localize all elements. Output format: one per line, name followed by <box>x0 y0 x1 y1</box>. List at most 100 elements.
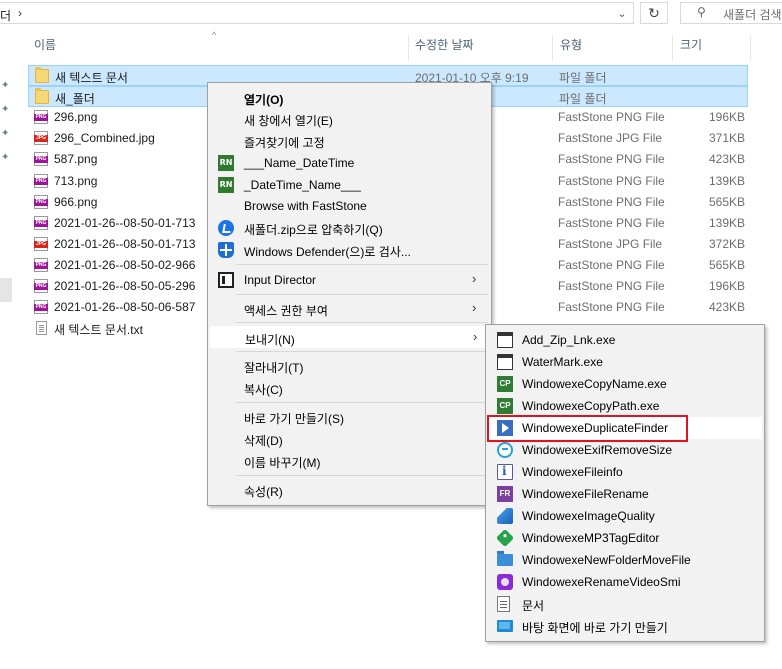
refresh-button[interactable]: ↻ <box>640 2 668 24</box>
send-to-item[interactable]: WindowexeRenameVideoSmi <box>488 571 762 593</box>
menu-separator <box>236 402 488 403</box>
column-divider[interactable] <box>408 36 409 60</box>
menu-item-label: _DateTime_Name___ <box>244 178 361 192</box>
send-to-item-label: WindowexeMP3TagEditor <box>522 531 660 545</box>
menu-item-input-director[interactable]: Input Director › <box>210 269 489 291</box>
send-to-item[interactable]: FR WindowexeFileRename <box>488 483 762 505</box>
send-to-item-label: WindowexeNewFolderMoveFile <box>522 553 691 567</box>
send-to-item[interactable]: CP WindowexeCopyName.exe <box>488 373 762 395</box>
image-quality-icon <box>497 508 513 524</box>
send-to-item[interactable]: WindowexeImageQuality <box>488 505 762 527</box>
column-header-date[interactable]: 수정한 날짜 <box>415 36 474 58</box>
submenu-arrow-icon: › <box>472 300 477 315</box>
fileinfo-icon <box>497 464 513 480</box>
menu-item-label: 속성(R) <box>244 485 283 499</box>
file-type-badge: PNG <box>34 283 48 290</box>
mp3-tag-icon <box>495 528 515 548</box>
column-divider[interactable] <box>672 36 673 60</box>
address-path[interactable]: 더 <box>0 7 11 24</box>
file-name: 새_폴더 <box>55 92 95 107</box>
file-type-badge: PNG <box>34 177 48 185</box>
submenu-arrow-icon: › <box>472 271 477 286</box>
send-to-item[interactable]: WindowexeMP3TagEditor <box>488 527 762 549</box>
file-name: 2021-01-26--08-50-01-713 <box>54 236 196 251</box>
file-type-badge: PNG <box>34 198 48 206</box>
menu-item-open-new-window[interactable]: 새 창에서 열기(E) <box>210 108 489 130</box>
menu-item-label: Input Director <box>244 273 317 287</box>
menu-item-label: Windows Defender(으)로 검사... <box>244 245 411 259</box>
video-icon <box>497 574 513 590</box>
menu-item-pin-quick-access[interactable]: 즐겨찾기에 고정 <box>210 130 489 152</box>
menu-item-cut[interactable]: 잘라내기(T) <box>210 355 489 377</box>
send-to-item[interactable]: WindowexeFileinfo <box>488 461 762 483</box>
pin-icon[interactable]: ✦ <box>1 104 9 115</box>
submenu-arrow-icon: › <box>473 329 478 344</box>
pin-icon[interactable]: ✦ <box>1 128 9 139</box>
file-type: FastStone PNG File <box>558 152 665 167</box>
file-name: 713.png <box>54 173 98 188</box>
send-to-item-label: WindowexeExifRemoveSize <box>522 443 673 457</box>
file-type-badge: PNG <box>34 219 48 227</box>
menu-item-properties[interactable]: 속성(R) <box>210 479 489 501</box>
send-to-item-label: 문서 <box>522 599 545 613</box>
file-size: 196KB <box>708 279 745 293</box>
menu-item-browse-faststone[interactable]: Browse with FastStone <box>210 195 489 217</box>
menu-item-compress-zip[interactable]: 새폴더.zip으로 압축하기(Q) <box>210 217 489 239</box>
menu-separator <box>236 264 488 265</box>
menu-item-label: 보내기(N) <box>245 333 295 347</box>
menu-item-rn-name-datetime[interactable]: RN ___Name_DateTime <box>210 152 489 174</box>
nav-selected-item[interactable] <box>0 278 12 302</box>
menu-separator <box>236 351 488 352</box>
file-size: 372KB <box>708 236 745 251</box>
file-name: 2021-01-26--08-50-02-966 <box>54 257 196 272</box>
menu-item-rn-datetime-name[interactable]: RN _DateTime_Name___ <box>210 174 489 196</box>
menu-item-grant-access[interactable]: 액세스 권한 부여 › <box>210 298 489 320</box>
address-dropdown-icon[interactable]: ⌄ <box>612 7 632 25</box>
file-type: FastStone PNG File <box>558 173 665 188</box>
menu-item-label: 즐겨찾기에 고정 <box>244 136 325 150</box>
png-file-icon: PNG <box>34 215 48 230</box>
column-header-size[interactable]: 크기 <box>680 36 702 58</box>
send-to-item[interactable]: WindowexeNewFolderMoveFile <box>488 549 762 571</box>
menu-item-create-shortcut[interactable]: 바로 가기 만들기(S) <box>210 406 489 428</box>
menu-item-label: 열기(O) <box>244 93 284 107</box>
send-to-item[interactable]: 문서 <box>488 593 762 615</box>
send-to-item[interactable]: CP WindowexeCopyPath.exe <box>488 395 762 417</box>
menu-item-send-to[interactable]: 보내기(N) › <box>210 326 489 348</box>
send-to-item[interactable]: WaterMark.exe <box>488 351 762 373</box>
menu-item-open[interactable]: 열기(O) <box>210 87 489 109</box>
png-file-icon: PNG <box>34 300 48 315</box>
desktop-icon <box>497 620 513 632</box>
send-to-item[interactable]: Add_Zip_Lnk.exe <box>488 329 762 351</box>
breadcrumb-chevron-icon[interactable]: › <box>18 6 22 20</box>
menu-item-label: 바로 가기 만들기(S) <box>244 412 344 426</box>
address-bar[interactable]: 더 › ⌄ <box>0 2 634 24</box>
column-header-type[interactable]: 유형 <box>560 36 582 58</box>
file-type-badge: PNG <box>34 261 48 269</box>
menu-item-delete[interactable]: 삭제(D) <box>210 428 489 450</box>
search-input[interactable]: ⚲ 새폴더 검색 <box>680 2 782 24</box>
menu-item-defender-scan[interactable]: Windows Defender(으)로 검사... <box>210 239 489 261</box>
pin-icon[interactable]: ✦ <box>1 80 9 91</box>
column-divider[interactable] <box>750 36 751 60</box>
menu-item-rename[interactable]: 이름 바꾸기(M) <box>210 450 489 472</box>
highlight-annotation <box>487 415 688 442</box>
file-type: 파일 폴더 <box>559 71 607 85</box>
menu-item-label: 잘라내기(T) <box>244 361 304 375</box>
send-to-item[interactable]: WindowexeExifRemoveSize <box>488 439 762 461</box>
menu-item-copy[interactable]: 복사(C) <box>210 377 489 399</box>
cp-icon: CP <box>497 376 513 392</box>
send-to-item-label: WaterMark.exe <box>522 355 603 369</box>
file-size: 196KB <box>708 110 745 125</box>
send-to-item-label: WindowexeRenameVideoSmi <box>522 575 681 589</box>
send-to-submenu: Add_Zip_Lnk.exe WaterMark.exe CP WindowexeC… <box>485 324 765 642</box>
send-to-item[interactable]: 바탕 화면에 바로 가기 만들기 <box>488 615 762 637</box>
document-icon <box>497 596 510 612</box>
column-header-name[interactable]: 이름 <box>34 36 56 58</box>
file-size: 139KB <box>708 173 745 188</box>
column-divider[interactable] <box>552 36 553 60</box>
file-size: 565KB <box>708 194 745 209</box>
pin-icon[interactable]: ✦ <box>1 152 9 163</box>
fr-icon: FR <box>497 486 513 502</box>
sort-ascending-icon: ^ <box>212 30 217 40</box>
